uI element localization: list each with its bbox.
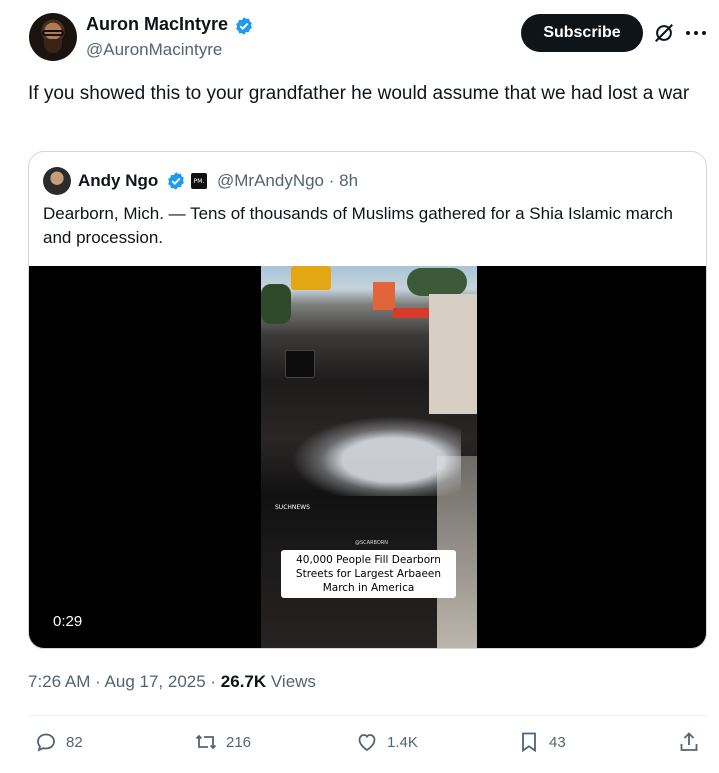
repost-count: 216 [226,733,252,751]
like-icon [358,734,376,752]
video-scene-traffic-light [291,266,331,290]
repost-icon [195,734,217,750]
quoted-tweet[interactable]: Andy Ngo PM. @MrAndyNgo · 8h Dearborn, M… [28,151,707,649]
author-name[interactable]: Auron MacIntyre [86,14,228,35]
affiliate-badge: PM. [191,173,207,189]
bookmark-count: 43 [549,733,566,751]
subscribe-button[interactable]: Subscribe [521,14,643,52]
grok-icon[interactable] [653,22,675,44]
video-scene-sign [373,282,395,310]
avatar-glasses [42,30,64,36]
divider [28,715,708,716]
views-label: Views [266,672,316,691]
reply-button[interactable]: 82 [34,730,83,754]
video-watermark: SUCHNEWS [275,504,310,511]
reply-count: 82 [66,733,83,751]
quote-text: Dearborn, Mich. — Tens of thousands of M… [43,204,673,247]
share-icon [680,732,698,751]
tweet-text: If you showed this to your grandfather h… [28,83,690,104]
video-scene-trees [261,284,291,324]
video-scene-water-spray [291,416,461,496]
verified-badge-icon [168,172,184,190]
quote-handle-time[interactable]: @MrAndyNgo · 8h [217,171,358,191]
views-count: 26.7K [220,672,267,691]
bookmark-icon [522,732,536,753]
video-scene-trees [407,268,467,296]
author-handle[interactable]: @AuronMacintyre [86,40,222,60]
video-scene-building [429,294,477,414]
avatar-beard [44,39,62,53]
quote-author-name[interactable]: Andy Ngo [78,171,158,191]
tweet-timestamp[interactable]: 7:26 AM · Aug 17, 2025 · [28,672,221,691]
video-watermark: @SCARBORN [355,540,389,546]
video-caption: 40,000 People Fill Dearborn Streets for … [281,550,456,598]
author-avatar[interactable] [29,13,77,61]
more-icon[interactable] [685,30,707,36]
repost-button[interactable]: 216 [194,730,251,754]
like-button[interactable]: 1.4K [355,730,418,754]
reply-icon [37,733,55,752]
share-button[interactable] [677,730,701,754]
like-count: 1.4K [387,733,418,751]
video-duration: 0:29 [53,613,83,630]
tweet-meta: 7:26 AM · Aug 17, 2025 · 26.7K Views [28,672,316,692]
video-player[interactable]: SUCHNEWS @SCARBORN 40,000 People Fill De… [29,266,706,648]
quote-author-avatar[interactable] [43,167,71,195]
video-frame[interactable]: SUCHNEWS @SCARBORN 40,000 People Fill De… [261,266,477,648]
verified-badge-icon [236,17,252,35]
bookmark-button[interactable]: 43 [517,730,566,754]
video-scene-car [285,350,315,378]
